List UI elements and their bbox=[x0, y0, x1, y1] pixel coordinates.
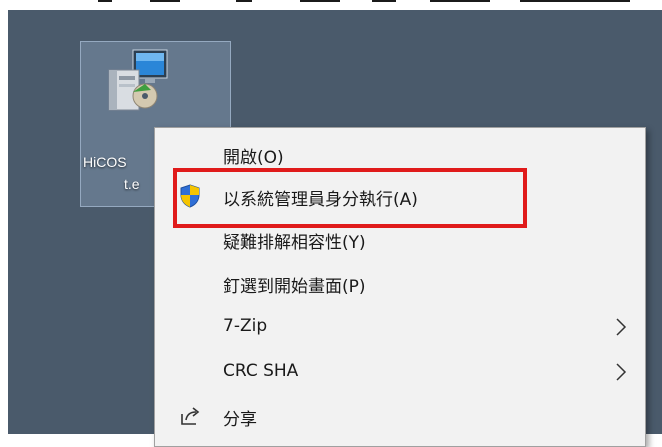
file-name-line2: t.e bbox=[124, 176, 140, 192]
menu-item-share[interactable]: 分享 bbox=[155, 394, 645, 438]
menu-item-7zip[interactable]: 7-Zip bbox=[155, 305, 645, 349]
menu-item-label: CRC SHA bbox=[223, 361, 299, 381]
menu-item-label: 分享 bbox=[223, 410, 257, 430]
share-icon bbox=[181, 407, 200, 425]
highlight-annotation bbox=[173, 168, 527, 228]
menu-item-pin-to-start[interactable]: 釘選到開始畫面(P) bbox=[155, 261, 645, 305]
installer-icon bbox=[108, 49, 168, 111]
chevron-right-icon bbox=[616, 363, 627, 381]
chevron-right-icon bbox=[616, 318, 627, 336]
menu-item-label: 疑難排解相容性(Y) bbox=[223, 233, 366, 253]
menu-item-label: 開啟(O) bbox=[223, 148, 284, 168]
file-name-line1: HiCOS bbox=[83, 154, 127, 170]
menu-item-label: 釘選到開始畫面(P) bbox=[223, 277, 366, 297]
menu-item-crc-sha[interactable]: CRC SHA bbox=[155, 350, 645, 394]
menu-item-label: 7-Zip bbox=[223, 316, 268, 336]
cropped-caption-strip bbox=[0, 0, 662, 10]
